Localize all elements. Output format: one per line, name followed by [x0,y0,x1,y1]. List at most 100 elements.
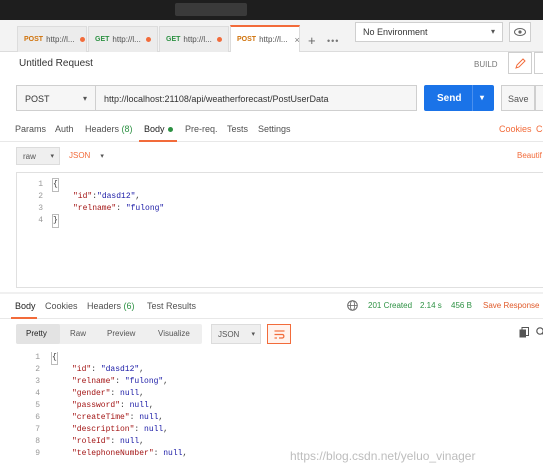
code-line: "id":"dasd12", [73,191,140,203]
save-options-button[interactable] [535,85,543,111]
json-sep: : [134,425,145,434]
code-line: "password": null, [72,400,154,412]
request-tab-3[interactable]: GET http://l... [159,26,229,52]
json-value: "fulong" [125,204,165,213]
json-sep: : [153,449,164,458]
view-raw-button[interactable]: Raw [70,329,86,338]
unsaved-dot-icon [145,37,151,42]
json-key: "relname" [73,204,117,213]
json-trail: , [135,192,141,201]
active-tab-underline [11,317,37,319]
environment-quick-look-button[interactable] [509,22,531,42]
body-mode-select[interactable]: raw ▾ [16,147,60,165]
code-link-cut[interactable]: Co [536,124,543,134]
json-key: "description" [72,425,135,434]
body-format-select[interactable]: JSON ▾ [69,151,104,160]
json-trail: , [158,413,164,422]
response-tab-cookies[interactable]: Cookies [45,301,78,311]
unsaved-dot-icon [216,37,222,42]
tab-method: GET [95,36,110,43]
request-tab-2[interactable]: GET http://l... [88,26,158,52]
new-tab-plus-icon[interactable]: + [308,33,316,48]
wrap-lines-button[interactable] [267,324,291,344]
code-line: "createTime": null, [72,412,163,424]
tab-url: http://l... [46,35,75,44]
body-indicator-dot-icon [167,127,173,133]
request-body-editor[interactable]: 1 { 2 "id":"dasd12", 3 "relname": "fulon… [16,172,543,288]
body-mode-value: raw [23,152,36,161]
tab-body[interactable]: Body [144,124,173,134]
code-line: } [52,214,59,228]
tab-headers[interactable]: Headers (8) [85,124,133,134]
response-status[interactable]: 201 Created [368,301,412,310]
send-divider [472,85,473,111]
headers-count: (8) [121,124,133,134]
line-number: 7 [35,425,40,434]
window-top-bar [0,0,543,20]
json-trail: , [182,449,188,458]
line-number: 1 [38,180,43,189]
response-time[interactable]: 2.14 s [420,301,442,310]
json-sep: : [110,437,121,446]
copy-icon[interactable] [519,327,529,338]
view-visualize-button[interactable]: Visualize [158,329,190,338]
tab-url: http://l... [259,35,288,44]
code-line: { [52,178,59,192]
environment-select[interactable]: No Environment ▾ [355,22,503,42]
pencil-icon [514,57,526,69]
chevron-down-icon: ▾ [251,331,255,338]
json-value: null [144,425,164,434]
view-preview-button[interactable]: Preview [107,329,135,338]
eye-icon [514,28,526,36]
json-key: "createTime" [72,413,130,422]
tab-prerequest[interactable]: Pre-req. [185,124,218,134]
view-pretty-button[interactable]: Pretty [26,329,47,338]
line-number: 8 [35,437,40,446]
tab-params[interactable]: Params [15,124,46,134]
json-value: null [139,413,159,422]
json-trail: , [139,437,145,446]
tab-url: http://l... [112,35,141,44]
beautify-link[interactable]: Beautif [517,151,542,160]
url-input[interactable]: http://localhost:21108/api/weatherforeca… [96,85,417,111]
save-response-button[interactable]: Save Response [483,301,539,310]
close-icon[interactable]: × [295,35,300,45]
json-value: null [163,449,183,458]
line-number: 4 [38,216,43,225]
request-tab-1[interactable]: POST http://l... [17,26,87,52]
environment-select-value: No Environment [363,27,428,37]
response-headers-count: (6) [123,301,135,311]
json-sep: : [116,204,126,213]
save-button[interactable]: Save [501,85,535,111]
pane-splitter[interactable] [0,292,543,294]
active-tab-underline [139,140,177,142]
chevron-down-icon[interactable]: ▾ [480,93,484,102]
globe-icon[interactable] [347,300,358,311]
edit-button[interactable] [508,52,532,74]
send-button[interactable]: Send ▾ [424,85,494,111]
request-title[interactable]: Untitled Request [19,58,93,69]
search-icon[interactable] [536,327,543,337]
json-sep: : [120,401,130,410]
code-line: { [51,352,58,365]
response-tab-body[interactable]: Body [15,301,36,311]
response-tab-headers[interactable]: Headers (6) [87,301,135,311]
tab-settings[interactable]: Settings [258,124,291,134]
request-tab-4-active[interactable]: POST http://l... × [230,25,300,52]
response-format-select[interactable]: JSON ▾ [211,324,261,344]
tab-tests[interactable]: Tests [227,124,248,134]
response-size[interactable]: 456 B [451,301,472,310]
line-number: 3 [35,377,40,386]
response-tab-test-results[interactable]: Test Results [147,301,196,311]
code-line: "description": null, [72,424,168,436]
top-bar-search[interactable] [175,3,247,16]
comments-button[interactable] [534,52,543,74]
tab-auth[interactable]: Auth [55,124,74,134]
chevron-down-icon: ▾ [50,153,54,160]
method-select[interactable]: POST ▾ [16,85,96,111]
json-key: "relname" [72,377,116,386]
tab-more-icon[interactable]: ••• [327,36,339,46]
line-number: 5 [35,401,40,410]
code-line: "roleId": null, [72,436,144,448]
cookies-link[interactable]: Cookies [499,124,532,134]
